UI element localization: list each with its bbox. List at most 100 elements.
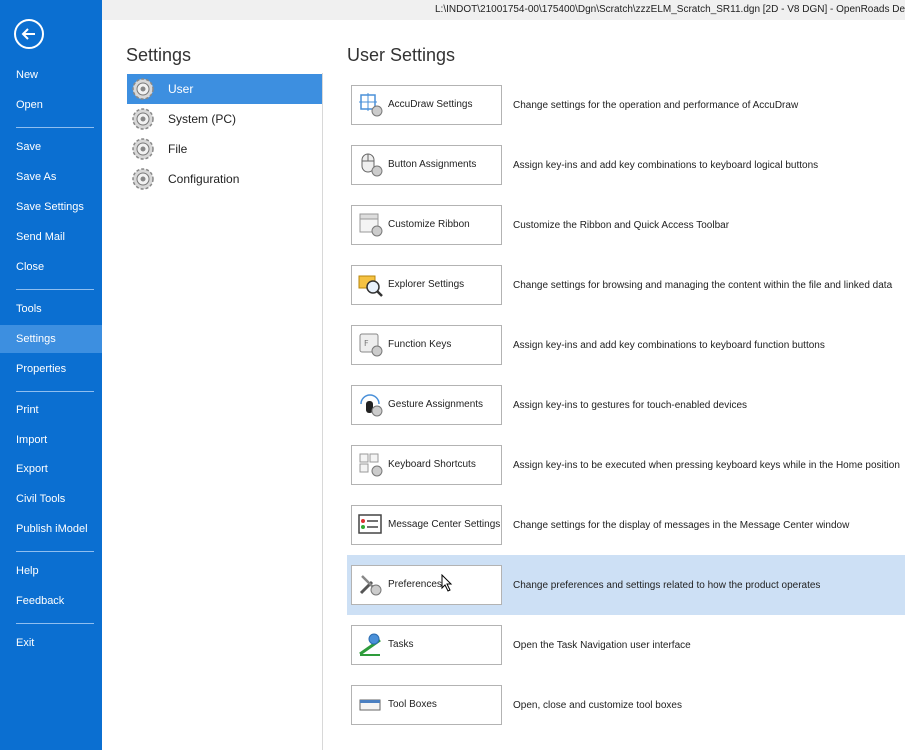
setting-description: Change preferences and settings related … [513, 580, 821, 591]
category-label: Configuration [168, 172, 240, 186]
tool-boxes-button[interactable]: Tool Boxes [351, 685, 502, 725]
setting-row-message-center: Message Center Settings Change settings … [347, 495, 905, 555]
gear-icon [132, 108, 154, 130]
setting-description: Customize the Ribbon and Quick Access To… [513, 220, 730, 231]
tasks-icon [359, 633, 381, 656]
mouse-icon [361, 153, 383, 177]
tile-label: Button Assignments [388, 159, 477, 170]
nav-tools[interactable]: Tools [0, 295, 102, 323]
file-path-title: L:\INDOT\21001754-00\175400\Dgn\Scratch\… [435, 4, 905, 15]
mouse-pointer-icon [441, 574, 453, 592]
back-button[interactable] [14, 19, 44, 49]
tile-label: Customize Ribbon [388, 219, 470, 230]
gear-icon [132, 138, 154, 160]
nav-civil-tools[interactable]: Civil Tools [0, 485, 102, 513]
accudraw-settings-button[interactable]: AccuDraw Settings [351, 85, 502, 125]
setting-description: Assign key-ins and add key combinations … [513, 160, 819, 171]
setting-row-tasks: Tasks Open the Task Navigation user inte… [347, 615, 905, 675]
nav-settings[interactable]: Settings [0, 325, 102, 353]
nav-help[interactable]: Help [0, 557, 102, 585]
category-system-pc[interactable]: System (PC) [127, 104, 322, 134]
setting-row-function-keys: F Function Keys Assign key-ins and add k… [347, 315, 905, 375]
setting-description: Change settings for browsing and managin… [513, 280, 893, 291]
explorer-settings-button[interactable]: Explorer Settings [351, 265, 502, 305]
tasks-button[interactable]: Tasks [351, 625, 502, 665]
preferences-icon [359, 575, 382, 596]
nav-separator [16, 551, 94, 552]
title-bar: L:\INDOT\21001754-00\175400\Dgn\Scratch\… [102, 0, 905, 20]
tile-label: Function Keys [388, 339, 452, 350]
setting-description: Assign key-ins and add key combinations … [513, 340, 825, 351]
category-configuration[interactable]: Configuration [127, 164, 322, 194]
explorer-icon [358, 275, 383, 297]
preferences-button[interactable]: Preferences [351, 565, 502, 605]
nav-save[interactable]: Save [0, 133, 102, 161]
function-key-icon: F [359, 333, 383, 357]
gesture-icon [360, 394, 383, 417]
nav-save-as[interactable]: Save As [0, 163, 102, 191]
settings-category-list: User System (PC) File Configuration [127, 73, 323, 750]
nav-separator [16, 391, 94, 392]
setting-row-keyboard-shortcuts: Keyboard Shortcuts Assign key-ins to be … [347, 435, 905, 495]
nav-properties[interactable]: Properties [0, 355, 102, 383]
toolbox-icon [359, 699, 381, 711]
setting-description: Assign key-ins to gestures for touch-ena… [513, 400, 748, 411]
gear-icon [132, 168, 154, 190]
gear-icon [132, 78, 154, 100]
category-label: User [168, 82, 194, 96]
svg-text:F: F [364, 339, 369, 348]
nav-close[interactable]: Close [0, 253, 102, 281]
tile-label: Tool Boxes [388, 699, 437, 710]
setting-description: Assign key-ins to be executed when press… [513, 460, 900, 471]
tile-label: Message Center Settings [388, 519, 501, 530]
nav-separator [16, 623, 94, 624]
setting-row-preferences: Preferences Change preferences and setti… [347, 555, 905, 615]
setting-row-explorer: Explorer Settings Change settings for br… [347, 255, 905, 315]
message-center-icon [358, 514, 382, 534]
ribbon-icon [359, 213, 383, 237]
setting-description: Change settings for the display of messa… [513, 520, 850, 531]
button-assignments-button[interactable]: Button Assignments [351, 145, 502, 185]
setting-description: Open the Task Navigation user interface [513, 640, 691, 651]
nav-import[interactable]: Import [0, 426, 102, 454]
message-center-settings-button[interactable]: Message Center Settings [351, 505, 502, 545]
category-label: System (PC) [168, 112, 237, 126]
setting-description: Open, close and customize tool boxes [513, 700, 682, 711]
tile-label: Keyboard Shortcuts [388, 459, 476, 470]
nav-exit[interactable]: Exit [0, 629, 102, 657]
setting-row-tool-boxes: Tool Boxes Open, close and customize too… [347, 675, 905, 735]
gesture-assignments-button[interactable]: Gesture Assignments [351, 385, 502, 425]
category-file[interactable]: File [127, 134, 322, 164]
setting-row-button-assignments: Button Assignments Assign key-ins and ad… [347, 135, 905, 195]
accudraw-icon [359, 93, 383, 117]
nav-print[interactable]: Print [0, 396, 102, 424]
nav-export[interactable]: Export [0, 455, 102, 483]
nav-separator [16, 289, 94, 290]
function-keys-button[interactable]: F Function Keys [351, 325, 502, 365]
tile-label: AccuDraw Settings [388, 99, 473, 110]
nav-separator [16, 127, 94, 128]
nav-save-settings[interactable]: Save Settings [0, 193, 102, 221]
category-label: File [168, 142, 188, 156]
category-user[interactable]: User [127, 74, 322, 104]
tile-label: Preferences [388, 579, 442, 590]
nav-send-mail[interactable]: Send Mail [0, 223, 102, 251]
nav-publish-imodel[interactable]: Publish iModel [0, 515, 102, 543]
back-arrow-icon [21, 28, 35, 40]
keyboard-shortcuts-button[interactable]: Keyboard Shortcuts [351, 445, 502, 485]
setting-row-customize-ribbon: Customize Ribbon Customize the Ribbon an… [347, 195, 905, 255]
backstage-nav: New Open Save Save As Save Settings Send… [0, 0, 102, 750]
tile-label: Gesture Assignments [388, 399, 484, 410]
keyboard-icon [359, 453, 383, 477]
settings-heading: Settings [126, 45, 192, 65]
user-settings-list: AccuDraw Settings Change settings for th… [347, 75, 905, 750]
nav-open[interactable]: Open [0, 91, 102, 119]
setting-description: Change settings for the operation and pe… [513, 100, 799, 111]
tile-label: Explorer Settings [388, 279, 465, 290]
setting-row-accudraw: AccuDraw Settings Change settings for th… [347, 75, 905, 135]
nav-new[interactable]: New [0, 61, 102, 89]
setting-row-gesture: Gesture Assignments Assign key-ins to ge… [347, 375, 905, 435]
customize-ribbon-button[interactable]: Customize Ribbon [351, 205, 502, 245]
tile-label: Tasks [388, 639, 414, 650]
nav-feedback[interactable]: Feedback [0, 587, 102, 615]
